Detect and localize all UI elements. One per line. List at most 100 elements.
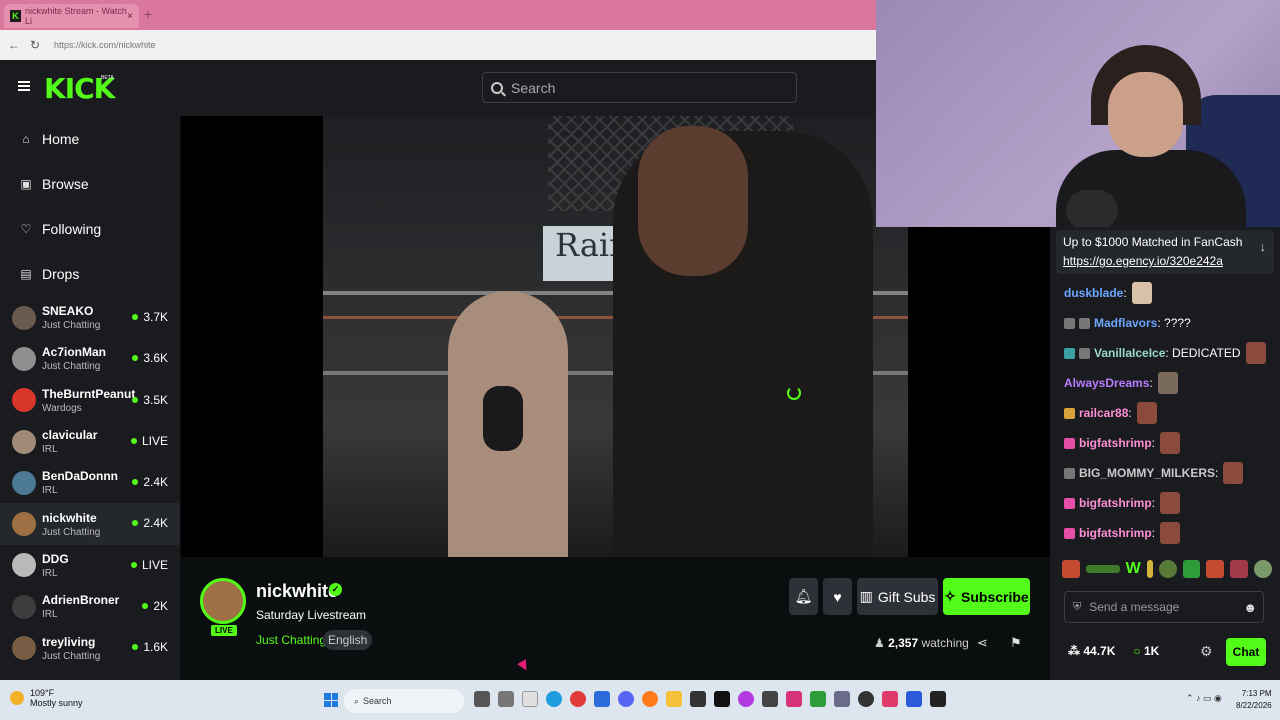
chat-message: AlwaysDreams:: [1064, 368, 1274, 398]
chat-send-button[interactable]: Chat: [1226, 638, 1266, 666]
drops-progress[interactable]: ○ 1K: [1133, 644, 1159, 658]
channel-item-active[interactable]: nickwhite Just Chatting 2.4K: [0, 503, 180, 545]
chat-username[interactable]: railcar88: [1079, 406, 1128, 420]
opera-icon[interactable]: [570, 691, 586, 707]
instagram-icon[interactable]: [786, 691, 802, 707]
clock[interactable]: 7:13 PM 8/22/2026: [1236, 688, 1272, 712]
app-icon[interactable]: [858, 691, 874, 707]
emote-icon[interactable]: [1230, 560, 1249, 578]
video-frame[interactable]: Rain: [323, 116, 908, 557]
xbox-icon[interactable]: [810, 691, 826, 707]
taskbar-search[interactable]: ⌕ Search: [344, 689, 464, 713]
weather-widget[interactable]: 109°F Mostly sunny: [10, 688, 83, 708]
chat-username[interactable]: VanillaIceIce: [1094, 346, 1165, 360]
channel-category: IRL: [42, 609, 58, 621]
discord-icon[interactable]: [618, 691, 634, 707]
search-bar[interactable]: [482, 72, 797, 103]
notification-button[interactable]: 🔔︎: [789, 578, 818, 615]
chat-username[interactable]: bigfatshrimp: [1079, 496, 1152, 510]
app-icon[interactable]: [930, 691, 946, 707]
chat-input-box[interactable]: ⛨ ☻: [1064, 591, 1264, 623]
streamer-avatar[interactable]: [200, 578, 246, 624]
app-icon[interactable]: [882, 691, 898, 707]
badge-icon: [1079, 317, 1090, 329]
chat-username[interactable]: AlwaysDreams: [1064, 376, 1149, 390]
stream-category-link[interactable]: Just Chatting: [256, 633, 326, 647]
gift-subs-button[interactable]: ▥ Gift Subs: [857, 578, 938, 615]
menu-icon[interactable]: [18, 81, 30, 91]
sidebar-item-home[interactable]: ⌂ Home: [0, 116, 180, 161]
new-tab-button[interactable]: +: [144, 6, 152, 22]
channel-category: IRL: [42, 444, 58, 456]
channel-category: Just Chatting: [42, 361, 101, 373]
app-icon[interactable]: [738, 691, 754, 707]
avatar: [12, 594, 36, 619]
folder-icon[interactable]: [666, 691, 682, 707]
tab-close-icon[interactable]: ×: [127, 11, 133, 22]
emote-icon[interactable]: [1254, 560, 1272, 578]
streamer-microphone: [1066, 190, 1118, 227]
report-icon[interactable]: ⚑: [1010, 635, 1022, 651]
pinned-link[interactable]: https://go.egency.io/320e242a: [1063, 254, 1267, 268]
channel-item[interactable]: treyliving Just Chatting 1.6K: [0, 627, 180, 668]
kick-points[interactable]: ⁂ 44.7K: [1068, 644, 1115, 658]
browser-tab[interactable]: K nickwhite Stream - Watch Li ×: [4, 4, 139, 28]
firefox-icon[interactable]: [642, 691, 658, 707]
followed-channels: SNEAKO Just Chatting 3.7K Ac7ionMan Just C…: [0, 297, 180, 669]
url-field[interactable]: https://kick.com/nickwhite: [54, 40, 156, 50]
app-icon[interactable]: [522, 691, 538, 707]
emote-w-icon[interactable]: W: [1126, 560, 1141, 578]
settings-icon[interactable]: [834, 691, 850, 707]
app-icon[interactable]: [906, 691, 922, 707]
live-dot-icon: [132, 644, 139, 651]
task-view-icon[interactable]: [474, 691, 490, 707]
pinned-message[interactable]: Up to $1000 Matched in FanCash https://g…: [1056, 230, 1274, 274]
streamer-name[interactable]: nickwhite: [256, 581, 338, 602]
tiktok-icon[interactable]: [714, 691, 730, 707]
subscribe-button[interactable]: ✧ Subscribe: [943, 578, 1030, 615]
share-icon[interactable]: ⋖: [977, 635, 988, 651]
channel-item[interactable]: BenDaDonnn IRL 2.4K: [0, 462, 180, 503]
channel-item[interactable]: DDG IRL LIVE: [0, 545, 180, 586]
chat-stats: ⁂ 44.7K ○ 1K: [1068, 644, 1159, 658]
refresh-icon[interactable]: ↻: [30, 38, 44, 52]
emote-icon[interactable]: [1085, 565, 1120, 573]
edge-icon[interactable]: [546, 691, 562, 707]
app-icon[interactable]: [762, 691, 778, 707]
chat-username[interactable]: Madflavors: [1094, 316, 1157, 330]
windows-start-icon[interactable]: [324, 693, 338, 707]
emote-icon[interactable]: [1206, 560, 1225, 578]
channel-item[interactable]: Ac7ionMan Just Chatting 3.6K: [0, 338, 180, 379]
chevron-down-icon[interactable]: ↓: [1260, 239, 1267, 254]
sidebar-item-browse[interactable]: ▣ Browse: [0, 161, 180, 206]
chat-input[interactable]: [1089, 600, 1230, 614]
emote-icon[interactable]: [1146, 560, 1153, 578]
chat-username[interactable]: bigfatshrimp: [1079, 436, 1152, 450]
channel-item[interactable]: SNEAKO Just Chatting 3.7K: [0, 297, 180, 338]
system-tray[interactable]: ⌃ ♪ ▭ ◉: [1186, 693, 1222, 704]
channel-item[interactable]: AdrienBroner IRL 2K: [0, 586, 180, 627]
language-tag[interactable]: English: [323, 630, 373, 650]
sidebar-item-following[interactable]: ♡ Following: [0, 206, 180, 251]
time: 7:13 PM: [1241, 689, 1272, 698]
windows-taskbar: 109°F Mostly sunny ⌕ Search ⌃ ♪ ▭ ◉ 7:13 …: [0, 680, 1280, 720]
gear-icon[interactable]: ⚙: [1200, 643, 1213, 660]
chat-username[interactable]: BIG_MOMMY_MILKERS: [1079, 466, 1215, 480]
chat-username[interactable]: bigfatshrimp: [1079, 526, 1152, 540]
search-input[interactable]: [511, 79, 781, 96]
channel-item[interactable]: clavicular IRL LIVE: [0, 421, 180, 462]
follow-button[interactable]: ♥: [823, 578, 852, 615]
emote-icon[interactable]: [1062, 560, 1080, 578]
sidebar-item-drops[interactable]: ▤ Drops: [0, 251, 180, 296]
app-icon[interactable]: [498, 691, 514, 707]
app-icon[interactable]: [594, 691, 610, 707]
chat-username[interactable]: duskblade: [1064, 286, 1123, 300]
app-icon[interactable]: [690, 691, 706, 707]
emote-icon[interactable]: [1182, 560, 1201, 578]
points-icon: ⁂: [1068, 644, 1084, 658]
emoji-icon[interactable]: ☻: [1243, 600, 1257, 615]
channel-item[interactable]: TheBurntPeanut Wardogs 3.5K: [0, 380, 180, 421]
channel-category: IRL: [42, 567, 58, 579]
back-icon[interactable]: ←: [8, 38, 22, 52]
emote-icon[interactable]: [1158, 560, 1177, 578]
